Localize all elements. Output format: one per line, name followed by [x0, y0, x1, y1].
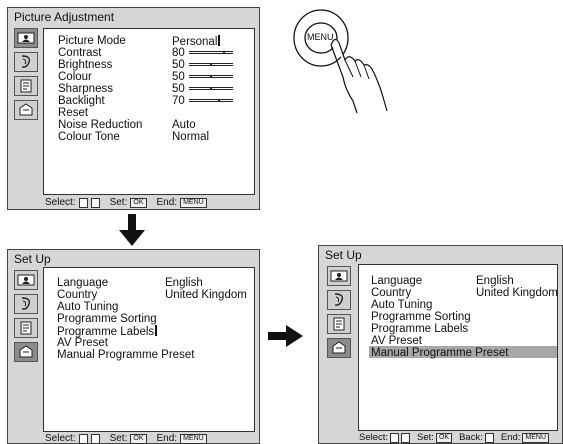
text-cursor: [155, 325, 158, 336]
right-arrow-icon: [268, 325, 303, 347]
menu-item-programme-sorting[interactable]: Programme Sorting: [57, 313, 157, 325]
brightness-slider[interactable]: [189, 63, 233, 66]
down-arrow-icon: [90, 433, 100, 444]
footer-set-label: Set:: [417, 432, 434, 443]
sharpness-value: 50: [172, 83, 185, 95]
footer-select-label: Select:: [359, 432, 389, 443]
menu-footer: Select: Set: OK Back: End: MENU: [359, 432, 550, 443]
menu-key-icon: MENU: [180, 433, 207, 444]
remote-menu-button[interactable]: MENU: [307, 32, 334, 42]
setup-menu-highlighted: Set Up Language English Country United K…: [318, 245, 563, 444]
sharpness-slider[interactable]: [189, 87, 233, 90]
footer-end-label: End:: [156, 197, 178, 208]
setup-icon[interactable]: [14, 100, 38, 120]
sound-icon[interactable]: [327, 290, 351, 310]
sound-icon[interactable]: [14, 294, 38, 314]
up-arrow-icon: [390, 432, 400, 443]
left-arrow-icon: [484, 432, 494, 443]
menu-title: Picture Adjustment: [14, 10, 115, 24]
menu-item-colour-tone[interactable]: Colour Tone: [58, 131, 120, 143]
menu-item-auto-tuning[interactable]: Auto Tuning: [57, 301, 118, 313]
brightness-value: 50: [172, 59, 185, 71]
country-value: United Kingdom: [476, 287, 558, 299]
menu-item-av-preset[interactable]: AV Preset: [57, 337, 108, 349]
menu-item-auto-tuning[interactable]: Auto Tuning: [371, 299, 432, 311]
setup-menu: Set Up Language English Country United K…: [7, 249, 260, 444]
menu-item-programme-labels[interactable]: Programme Labels: [371, 323, 468, 335]
menu-item-noise-reduction[interactable]: Noise Reduction: [58, 119, 142, 131]
slider-marker: [218, 99, 220, 102]
menu-item-av-preset[interactable]: AV Preset: [371, 335, 422, 347]
menu-item-picture-mode[interactable]: Picture Mode: [58, 35, 126, 47]
ok-key-icon: OK: [130, 433, 147, 444]
up-arrow-icon: [78, 433, 88, 444]
slider-marker: [210, 87, 212, 90]
menu-item-sharpness[interactable]: Sharpness: [58, 83, 113, 95]
sound-icon[interactable]: [14, 52, 38, 72]
slider-marker: [210, 75, 212, 78]
features-icon[interactable]: [14, 318, 38, 338]
language-value: English: [476, 275, 514, 287]
ok-key-icon: OK: [435, 432, 453, 443]
picture-icon[interactable]: [327, 266, 351, 286]
contrast-value: 80: [172, 47, 185, 59]
footer-end-label: End:: [500, 432, 521, 443]
picture-icon[interactable]: [14, 28, 38, 48]
contrast-slider[interactable]: [189, 51, 233, 54]
down-arrow-icon: [401, 432, 411, 443]
down-arrow-icon: [119, 214, 145, 246]
remote-hand-illustration: [293, 9, 388, 114]
ok-key-icon: OK: [130, 197, 147, 208]
menu-key-icon: MENU: [522, 432, 550, 443]
setup-icon[interactable]: [14, 342, 38, 362]
menu-item-language[interactable]: Language: [371, 275, 422, 287]
footer-set-label: Set:: [109, 433, 128, 444]
menu-item-language[interactable]: Language: [57, 277, 108, 289]
backlight-value: 70: [172, 95, 185, 107]
down-arrow-icon: [90, 197, 100, 208]
language-value: English: [165, 277, 203, 289]
menu-item-country[interactable]: Country: [57, 289, 97, 301]
up-arrow-icon: [78, 197, 88, 208]
country-value: United Kingdom: [165, 289, 247, 301]
picture-icon[interactable]: [14, 270, 38, 290]
menu-item-manual-programme-preset[interactable]: Manual Programme Preset: [371, 347, 508, 359]
menu-item-brightness[interactable]: Brightness: [58, 59, 112, 71]
menu-item-contrast[interactable]: Contrast: [58, 47, 101, 59]
setup-icon[interactable]: [327, 338, 351, 358]
backlight-slider[interactable]: [189, 99, 233, 102]
menu-item-manual-programme-preset[interactable]: Manual Programme Preset: [57, 349, 194, 361]
features-icon[interactable]: [327, 314, 351, 334]
menu-footer: Select: Set: OK End: MENU: [45, 433, 207, 444]
menu-item-backlight[interactable]: Backlight: [58, 95, 105, 107]
slider-marker: [210, 63, 212, 66]
footer-select-label: Select:: [45, 197, 76, 208]
menu-item-country[interactable]: Country: [371, 287, 411, 299]
footer-select-label: Select:: [45, 433, 76, 444]
footer-end-label: End:: [156, 433, 178, 444]
colour-slider[interactable]: [189, 75, 233, 78]
slider-marker: [223, 51, 225, 54]
colour-value: 50: [172, 71, 185, 83]
footer-set-label: Set:: [109, 197, 128, 208]
colour-tone-value: Normal: [172, 131, 210, 143]
menu-title: Set Up: [325, 248, 362, 262]
text-cursor: [218, 35, 221, 46]
menu-item-reset[interactable]: Reset: [58, 107, 88, 119]
noise-reduction-value: Auto: [172, 119, 196, 131]
features-icon[interactable]: [14, 76, 38, 96]
picture-adjustment-menu: Picture Adjustment Picture Mode Personal…: [7, 7, 260, 210]
menu-item-colour[interactable]: Colour: [58, 71, 92, 83]
menu-title: Set Up: [14, 252, 51, 266]
footer-back-label: Back:: [459, 432, 483, 443]
menu-item-programme-sorting[interactable]: Programme Sorting: [371, 311, 471, 323]
menu-key-icon: MENU: [180, 197, 207, 208]
menu-footer: Select: Set: OK End: MENU: [45, 197, 207, 208]
